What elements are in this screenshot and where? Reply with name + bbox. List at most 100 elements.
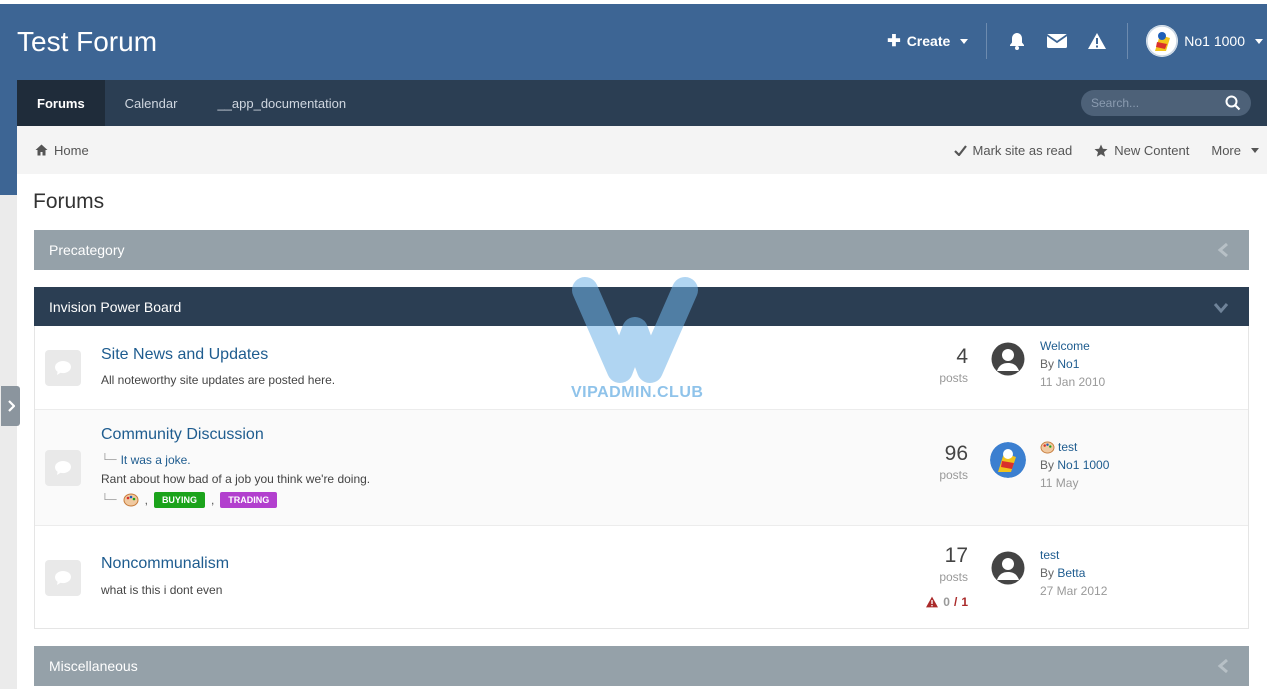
notification-icons	[987, 21, 1127, 61]
author-link[interactable]: No1	[1057, 357, 1079, 371]
tab-forums[interactable]: Forums	[17, 80, 105, 126]
palette-icon	[1040, 440, 1055, 454]
avatar[interactable]	[990, 550, 1026, 586]
create-label: Create	[906, 33, 951, 49]
forum-title[interactable]: Site News and Updates	[101, 346, 268, 364]
watermark-text: VIPADMIN.CLUB	[571, 384, 704, 401]
post-count: 17	[944, 544, 968, 567]
author-link[interactable]: No1 1000	[1057, 458, 1109, 472]
search-icon[interactable]	[1225, 95, 1241, 116]
bell-icon	[1010, 33, 1025, 50]
tab-app-documentation[interactable]: __app_documentation	[197, 80, 366, 126]
category-title[interactable]: Precategory	[49, 242, 124, 258]
breadcrumb: Home Mark site as read New Content More	[17, 126, 1267, 174]
chevron-right-icon	[7, 400, 15, 412]
chevron-down-icon	[1255, 38, 1263, 44]
last-post-author: By No1 1000	[1040, 458, 1110, 472]
chat-bubble-icon	[55, 461, 71, 475]
last-post-author: By Betta	[1040, 566, 1086, 580]
post-count-label: posts	[939, 468, 968, 482]
forum-tags: └─ , BUYING , TRADING	[101, 492, 278, 508]
chat-bubble-icon	[55, 571, 71, 585]
tag-badge[interactable]: BUYING	[153, 492, 205, 508]
report-total-count: 1	[961, 595, 968, 609]
create-button[interactable]: ✚ Create	[887, 31, 986, 51]
forum-title[interactable]: Noncommunalism	[101, 555, 229, 573]
chevron-left-icon[interactable]	[1217, 242, 1229, 261]
star-icon	[1094, 144, 1108, 157]
last-post-title-wrap[interactable]: test	[1040, 440, 1077, 454]
check-icon	[953, 144, 967, 156]
more-label: More	[1211, 142, 1241, 158]
report-open-count: 0	[943, 595, 950, 609]
category-title[interactable]: Miscellaneous	[49, 658, 138, 674]
home-label: Home	[54, 142, 89, 158]
mark-site-read-link[interactable]: Mark site as read	[953, 142, 1073, 158]
new-content-link[interactable]: New Content	[1094, 143, 1189, 158]
messages-button[interactable]	[1037, 21, 1077, 61]
breadcrumb-actions: Mark site as read New Content More	[953, 142, 1259, 158]
author-link[interactable]: Betta	[1057, 566, 1085, 580]
category-header-precategory: Precategory	[34, 230, 1249, 270]
new-content-label: New Content	[1114, 142, 1190, 158]
site-title[interactable]: Test Forum	[17, 26, 157, 58]
forum-stats: 17 posts	[939, 544, 968, 584]
forum-list: Site News and Updates All noteworthy sit…	[34, 326, 1249, 629]
sidebar-toggle[interactable]	[1, 386, 20, 426]
report-separator: /	[953, 595, 958, 609]
tag-corner-icon: └─	[101, 494, 117, 506]
forum-stats: 96 posts	[939, 442, 968, 482]
post-count: 96	[944, 442, 968, 465]
chevron-down-icon	[960, 38, 969, 44]
chevron-down-icon[interactable]	[1213, 301, 1229, 317]
more-menu[interactable]: More	[1211, 143, 1259, 158]
category-title[interactable]: Invision Power Board	[49, 299, 181, 315]
category-header-invision-power-board: Invision Power Board	[34, 287, 1249, 327]
last-post-date: 11 Jan 2010	[1040, 375, 1106, 389]
last-post-title[interactable]: test	[1040, 548, 1059, 562]
forum-icon[interactable]	[45, 350, 81, 386]
last-post-title[interactable]: Welcome	[1040, 339, 1090, 353]
search-input[interactable]	[1091, 96, 1211, 110]
forum-description: what is this i dont even	[101, 583, 223, 597]
forum-icon[interactable]	[45, 450, 81, 486]
avatar[interactable]	[990, 341, 1026, 377]
mark-read-label: Mark site as read	[972, 142, 1073, 158]
user-bar: ✚ Create No1 1000	[887, 2, 1267, 80]
main-content: Forums Precategory Invision Power Board …	[17, 174, 1267, 689]
subforum-title: It was a joke.	[120, 453, 191, 467]
forum-title[interactable]: Community Discussion	[101, 426, 264, 444]
category-header-miscellaneous: Miscellaneous	[34, 646, 1249, 686]
forum-row: Community Discussion └─ It was a joke. R…	[35, 410, 1248, 526]
last-post-date: 27 Mar 2012	[1040, 584, 1108, 598]
forum-icon[interactable]	[45, 560, 81, 596]
last-post-author: By No1	[1040, 357, 1080, 371]
tag-badge[interactable]: TRADING	[220, 492, 278, 508]
breadcrumb-home[interactable]: Home	[35, 143, 89, 158]
plus-icon: ✚	[887, 33, 901, 50]
page-title: Forums	[33, 190, 105, 213]
last-post-title: test	[1058, 440, 1078, 454]
page-wrapper: Test Forum ✚ Create No1 1000 Forums Cale…	[17, 2, 1267, 689]
warning-icon	[926, 596, 939, 608]
warning-icon	[1088, 33, 1107, 49]
user-menu[interactable]: No1 1000	[1128, 25, 1267, 57]
avatar	[1146, 25, 1179, 57]
reports-button[interactable]	[1077, 21, 1117, 61]
last-post-date: 11 May	[1040, 476, 1079, 490]
chevron-left-icon[interactable]	[1217, 658, 1229, 677]
avatar[interactable]	[990, 442, 1026, 478]
post-count-label: posts	[939, 570, 968, 584]
palette-icon[interactable]	[123, 493, 139, 507]
forum-description: All noteworthy site updates are posted h…	[101, 373, 336, 387]
post-count-label: posts	[939, 371, 968, 385]
main-navigation: Forums Calendar __app_documentation	[17, 80, 1267, 126]
subforum-link[interactable]: └─ It was a joke.	[101, 453, 191, 467]
notifications-button[interactable]	[997, 21, 1037, 61]
site-header: Test Forum ✚ Create No1 1000	[17, 2, 1267, 80]
home-icon	[35, 144, 48, 156]
tab-calendar[interactable]: Calendar	[105, 80, 198, 126]
forum-stats: 4 posts	[939, 345, 968, 385]
chevron-down-icon	[1251, 147, 1259, 153]
report-count[interactable]: 0 / 1	[925, 595, 968, 609]
